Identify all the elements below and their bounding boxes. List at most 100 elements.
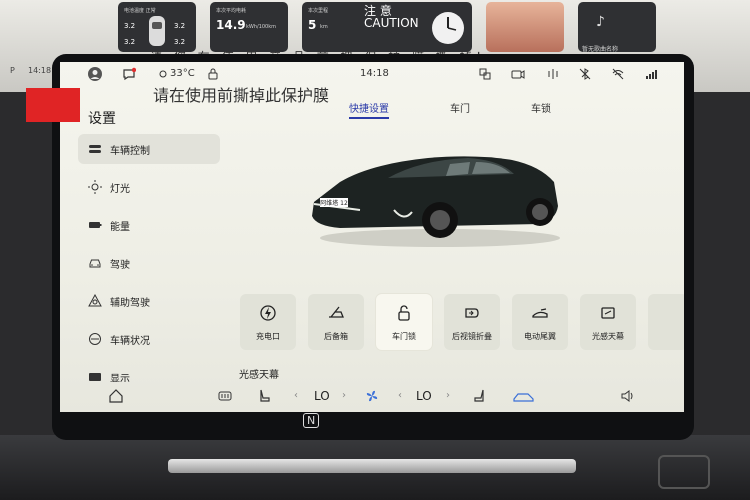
user-avatar-icon[interactable] <box>88 67 102 81</box>
mirror-fold-label: 后视镜折叠 <box>452 332 492 341</box>
trip-value: 5 <box>308 18 317 32</box>
caution-title-en: CAUTION <box>364 16 419 30</box>
spoiler-icon <box>532 308 548 318</box>
sunset-card <box>486 2 564 52</box>
consumption-card: 本次平均电耗 14.9 kWh/100km <box>210 2 288 52</box>
consumption-unit: kWh/100km <box>246 24 277 30</box>
wifi-off-icon[interactable] <box>611 67 625 81</box>
door-lock-icon <box>398 305 410 321</box>
message-icon[interactable] <box>122 67 136 81</box>
assist-drive-icon <box>88 294 102 307</box>
signal-icon <box>646 70 657 79</box>
vehicle-status-icon <box>89 333 101 345</box>
temp-left-value: LO <box>314 389 330 403</box>
battery-value-4: 3.2 <box>174 38 186 46</box>
battery-value-1: 3.2 <box>124 22 136 30</box>
sidebar-item-driving[interactable]: 驾驶 <box>78 248 220 278</box>
car-control-icon <box>89 145 101 153</box>
trunk-icon <box>329 306 344 318</box>
mirror-fold-button[interactable]: 后视镜折叠 <box>444 294 500 350</box>
climate-dock: ‹ LO › ‹ LO › <box>60 380 684 412</box>
mirror-fold-icon <box>465 308 479 318</box>
sunroof-button[interactable]: 光感天幕 <box>580 294 636 350</box>
tab-active-indicator <box>349 117 389 119</box>
sidebar-item-driver-assist[interactable]: 辅助驾驶 <box>78 286 220 316</box>
consumption-value: 14.9 <box>216 18 246 32</box>
quick-action-overflow[interactable] <box>648 294 684 350</box>
battery-card-title: 电池温度 正常 <box>124 8 156 14</box>
red-protective-tag <box>26 88 80 122</box>
temperature-readout: 33°C <box>170 68 195 79</box>
sidebar-item-energy[interactable]: 能量 <box>78 210 220 240</box>
music-card: ♪ 暂无歌曲名称 <box>578 2 656 53</box>
temp-right-value: LO <box>416 389 432 403</box>
center-console <box>0 435 750 500</box>
trip-unit: km <box>320 24 328 30</box>
license-plate-text: 阿维塔 12 <box>320 199 348 207</box>
music-note-icon: ♪ <box>596 14 605 30</box>
spoiler-button[interactable]: 电动尾翼 <box>512 294 568 350</box>
sound-wave-icon[interactable] <box>546 67 560 81</box>
sidebar-item-label: 辅助驾驶 <box>110 298 150 309</box>
nfc-icon: N <box>303 413 320 428</box>
lock-icon <box>208 68 218 80</box>
rear-defrost-icon[interactable] <box>217 388 233 404</box>
temp-right-increase[interactable]: › <box>446 390 450 401</box>
sidebar-item-vehicle-status[interactable]: 车辆状况 <box>78 324 220 354</box>
cluster-time: 14:18 <box>28 66 52 75</box>
car-front-icon <box>89 259 101 268</box>
bluetooth-off-icon[interactable] <box>578 67 592 81</box>
dashcam-icon[interactable] <box>511 67 525 81</box>
home-icon[interactable] <box>108 388 124 404</box>
sidebar-item-label: 车辆控制 <box>110 146 150 157</box>
tab-quick-settings[interactable]: 快捷设置 <box>349 100 389 115</box>
sidebar-item-label: 灯光 <box>110 184 130 195</box>
trip-title: 本次里程 <box>308 8 329 14</box>
trunk-label: 后备箱 <box>324 332 348 341</box>
sidebar-item-vehicle-control[interactable]: 车辆控制 <box>78 134 220 164</box>
spoiler-label: 电动尾翼 <box>524 332 556 341</box>
car-top-view-icon <box>149 16 165 46</box>
vehicle-render: 阿维塔 12 <box>312 156 560 247</box>
gear-indicator: P <box>10 66 15 75</box>
hard-button-strip[interactable] <box>168 459 576 473</box>
sidebar-item-display[interactable]: 显示 <box>78 362 220 382</box>
trip-card: 本次里程 5 km 注 意 CAUTION <box>302 2 472 52</box>
light-icon <box>88 180 102 194</box>
seat-heater-left-icon[interactable] <box>256 388 272 404</box>
hazard-button[interactable] <box>658 455 710 489</box>
protective-film-notice: 请在使用前撕掉此保护膜 <box>153 86 330 105</box>
door-lock-label: 车门锁 <box>392 332 416 341</box>
analog-clock-icon <box>432 12 464 44</box>
temp-left-increase[interactable]: › <box>342 390 346 401</box>
charge-port-label: 充电口 <box>256 332 280 341</box>
seat-heater-right-icon[interactable] <box>472 388 488 404</box>
trunk-button[interactable]: 后备箱 <box>308 294 364 350</box>
sunroof-label: 光感天幕 <box>592 332 624 341</box>
temp-right-decrease[interactable]: ‹ <box>398 390 402 401</box>
battery-value-3: 3.2 <box>124 38 136 46</box>
fan-icon[interactable] <box>364 388 380 404</box>
clock: 14:18 <box>360 68 389 79</box>
battery-value-2: 3.2 <box>174 22 186 30</box>
tab-locks[interactable]: 车锁 <box>531 100 551 115</box>
sidebar-item-label: 能量 <box>110 222 130 233</box>
sunroof-icon <box>601 307 615 319</box>
temp-left-decrease[interactable]: ‹ <box>294 390 298 401</box>
sidebar-item-label: 驾驶 <box>110 260 130 271</box>
car-air-circulation-icon[interactable] <box>512 388 536 404</box>
sidebar-item-label: 车辆状况 <box>110 336 150 347</box>
battery-icon <box>89 222 102 228</box>
battery-temp-card: 电池温度 正常 3.2 3.2 3.2 3.2 <box>118 2 196 52</box>
charge-port-button[interactable]: 充电口 <box>240 294 296 350</box>
link-icon[interactable] <box>478 67 492 81</box>
door-lock-button[interactable]: 车门锁 <box>376 294 432 350</box>
sidebar-item-lighting[interactable]: 灯光 <box>78 172 220 202</box>
charge-port-icon <box>260 305 276 321</box>
cluster-status-bar: P 14:18 <box>0 62 60 80</box>
weather-icon <box>159 70 167 78</box>
tab-doors[interactable]: 车门 <box>450 100 470 115</box>
settings-title: 设置 <box>88 111 116 127</box>
infotainment-screen: 33°C 14:18 请在使用前撕掉此保护膜 设置 车辆控制 灯光 能量 驾驶 … <box>60 62 684 412</box>
volume-icon[interactable] <box>620 388 636 404</box>
